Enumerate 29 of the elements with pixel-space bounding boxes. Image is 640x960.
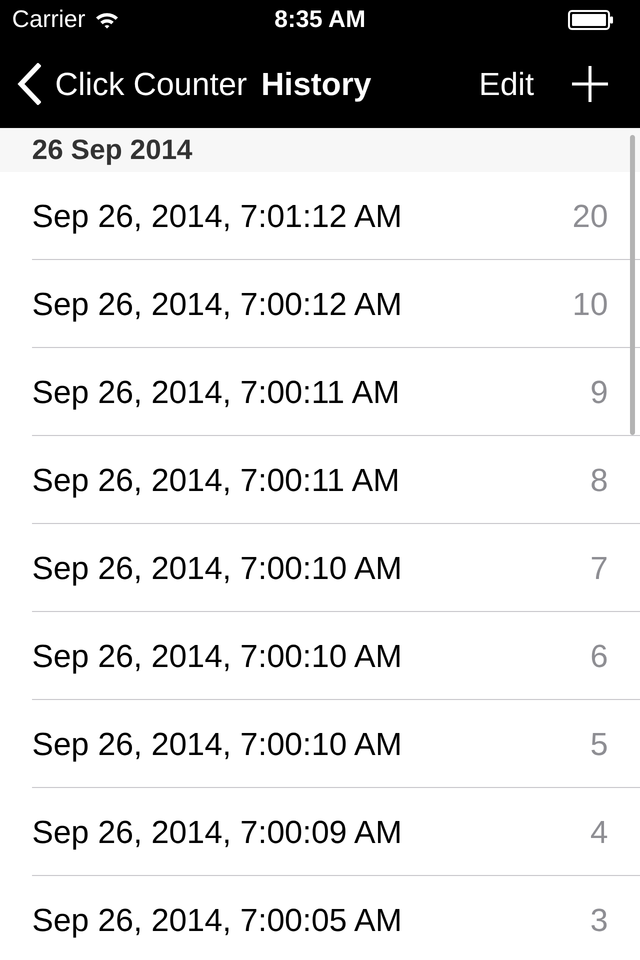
row-date: Sep 26, 2014, 7:00:11 AM: [32, 372, 400, 412]
click-count: 10: [572, 284, 608, 324]
row-date: Sep 26, 2014, 7:01:12 AM: [32, 196, 402, 236]
add-button[interactable]: [572, 66, 608, 102]
click-count: 5: [590, 724, 608, 764]
click-count: 9: [590, 372, 608, 412]
carrier-name: Carrier: [12, 6, 86, 34]
chevron-left-icon: [17, 63, 41, 105]
click-count: 7: [590, 548, 608, 588]
battery-icon: [568, 10, 614, 30]
click-count: 6: [590, 636, 608, 676]
row-date: Sep 26, 2014, 7:00:12 AM: [32, 284, 402, 324]
section-title: 26 Sep 2014: [32, 134, 192, 166]
row-date: Sep 26, 2014, 7:00:09 AM: [32, 812, 402, 852]
plus-icon: [572, 66, 608, 102]
click-count: 8: [590, 460, 608, 500]
row-date: Sep 26, 2014, 7:00:11 AM: [32, 460, 400, 500]
click-count: 3: [590, 901, 608, 940]
wifi-icon: [95, 11, 120, 29]
back-button[interactable]: Click Counter: [17, 63, 248, 105]
status-time: 8:35 AM: [274, 6, 366, 34]
row-date: Sep 26, 2014, 7:00:10 AM: [32, 724, 402, 764]
click-count: 20: [572, 196, 608, 236]
edit-button[interactable]: Edit: [478, 64, 534, 104]
row-date: Sep 26, 2014, 7:00:10 AM: [32, 548, 402, 588]
row-date: Sep 26, 2014, 7:00:10 AM: [32, 636, 402, 676]
row-date: Sep 26, 2014, 7:00:05 AM: [32, 901, 402, 940]
nav-title: History: [261, 65, 372, 104]
click-count: 4: [590, 812, 608, 852]
